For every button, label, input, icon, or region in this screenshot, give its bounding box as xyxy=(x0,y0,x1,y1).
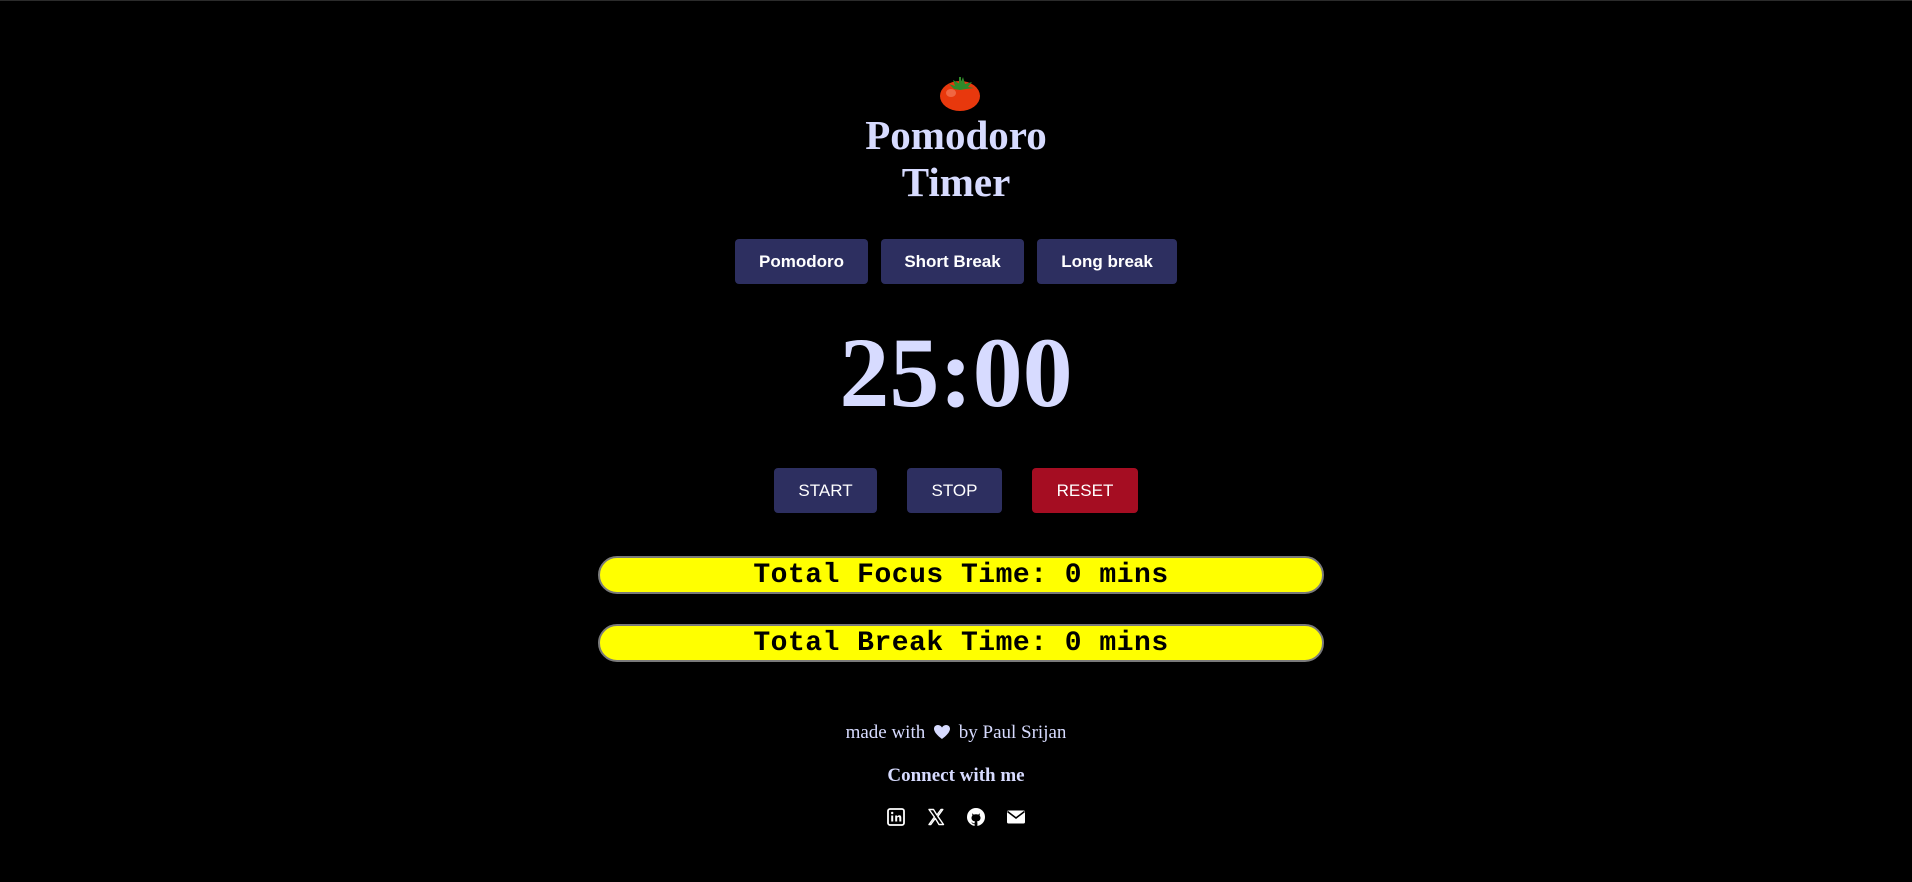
short-break-mode-button[interactable]: Short Break xyxy=(881,239,1024,284)
github-icon xyxy=(967,808,985,826)
heart-icon xyxy=(934,725,950,739)
made-with-text: made with xyxy=(845,722,926,743)
email-link[interactable] xyxy=(1005,806,1027,828)
pomodoro-mode-button[interactable]: Pomodoro xyxy=(735,239,868,284)
start-button[interactable]: START xyxy=(774,468,877,513)
email-icon xyxy=(1007,810,1025,824)
credit-line: made with by Paul Srijan xyxy=(0,720,1912,746)
mode-selector: Pomodoro Short Break Long break xyxy=(0,239,1912,284)
total-break-time: Total Break Time: 0 mins xyxy=(598,624,1324,662)
total-focus-time: Total Focus Time: 0 mins xyxy=(598,556,1324,594)
title-line-2: Timer xyxy=(901,159,1011,205)
x-twitter-icon xyxy=(928,808,945,826)
stop-button[interactable]: STOP xyxy=(907,468,1002,513)
linkedin-link[interactable] xyxy=(885,806,907,828)
social-links xyxy=(0,806,1912,828)
timer-display: 25:00 xyxy=(839,317,1073,428)
title-line-1: Pomodoro xyxy=(865,112,1047,158)
x-twitter-link[interactable] xyxy=(925,806,947,828)
pomodoro-app: Pomodoro Timer Pomodoro Short Break Long… xyxy=(0,0,1912,882)
tomato-icon xyxy=(940,77,980,111)
connect-heading: Connect with me xyxy=(887,765,1025,786)
long-break-mode-button[interactable]: Long break xyxy=(1037,239,1177,284)
reset-button[interactable]: RESET xyxy=(1032,468,1138,513)
page-title: Pomodoro Timer xyxy=(0,112,1912,206)
timer-controls: START STOP RESET xyxy=(0,468,1912,513)
author-text: by Paul Srijan xyxy=(958,722,1067,743)
github-link[interactable] xyxy=(965,806,987,828)
linkedin-icon xyxy=(887,808,905,826)
